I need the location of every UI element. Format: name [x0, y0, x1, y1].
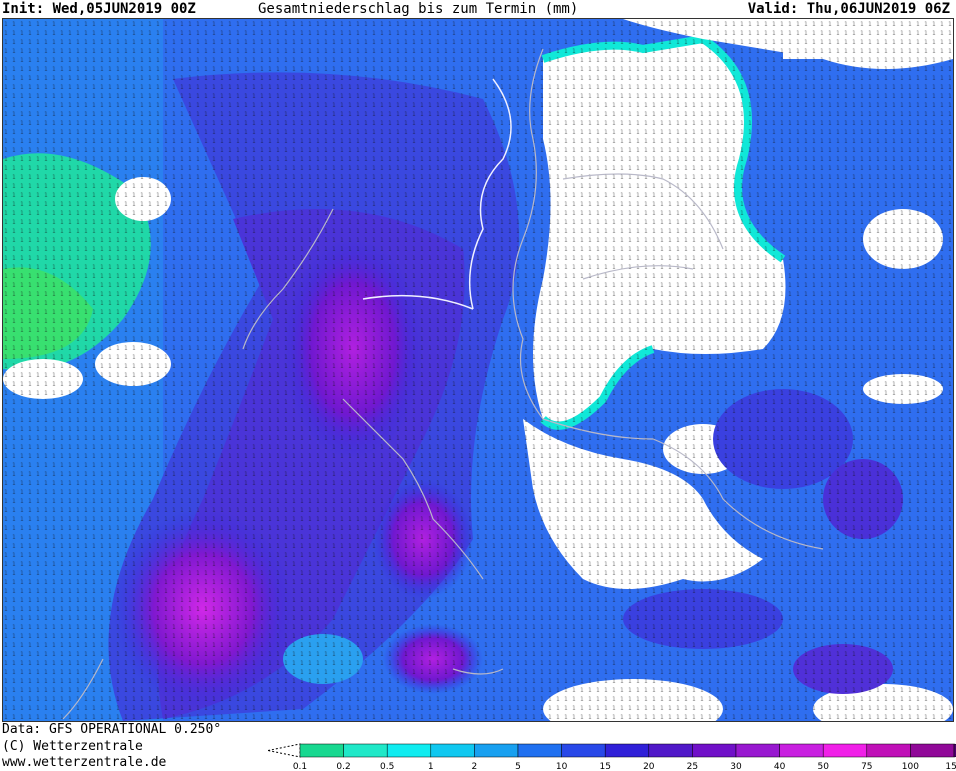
legend-swatch [866, 743, 911, 758]
legend-label: 1 [428, 762, 434, 770]
legend-label: 20 [643, 762, 655, 770]
legend-swatch [648, 743, 693, 758]
legend-label: 30 [730, 762, 742, 770]
legend-label: 0.5 [380, 762, 394, 770]
map-title: Gesamtniederschlag bis zum Termin (mm) [258, 1, 579, 17]
legend-swatch [343, 743, 388, 758]
legend-swatch [692, 743, 737, 758]
legend-lower-arrow [268, 743, 301, 758]
legend-label: 150 [945, 762, 956, 770]
legend-label: 0.2 [336, 762, 350, 770]
legend-swatch [910, 743, 955, 758]
legend-swatch [604, 743, 650, 758]
legend-label: 75 [861, 762, 872, 770]
legend-label: 2 [472, 762, 478, 770]
legend-swatch [517, 743, 562, 758]
legend-label: 15 [599, 762, 610, 770]
legend-label: 50 [817, 762, 829, 770]
legend-swatch [430, 743, 475, 758]
legend-label: 0.1 [293, 762, 307, 770]
legend-label: 100 [902, 762, 919, 770]
data-source: Data: GFS OPERATIONAL 0.250° [2, 722, 222, 737]
init-time: Init: Wed,05JUN2019 00Z [2, 1, 196, 17]
legend-swatch [822, 743, 868, 758]
map-canvas: 1 [3, 19, 953, 721]
copyright: (C) Wetterzentrale [2, 739, 143, 754]
precipitation-map: 1 [2, 18, 954, 722]
legend-label: 5 [515, 762, 521, 770]
legend-label: 25 [687, 762, 698, 770]
website-url: www.wetterzentrale.de [2, 755, 167, 770]
legend-swatch [299, 743, 344, 758]
legend-swatch [386, 743, 432, 758]
legend-swatch [735, 743, 780, 758]
valid-time: Valid: Thu,06JUN2019 06Z [747, 1, 950, 17]
legend-swatch [779, 743, 824, 758]
color-legend: 0.10.20.51251015202530405075100150 [268, 743, 956, 770]
legend-swatch [474, 743, 519, 758]
legend-label: 10 [556, 762, 568, 770]
legend-swatch [561, 743, 606, 758]
legend-label: 40 [774, 762, 786, 770]
header: Init: Wed,05JUN2019 00Z Gesamtniederschl… [0, 0, 956, 18]
